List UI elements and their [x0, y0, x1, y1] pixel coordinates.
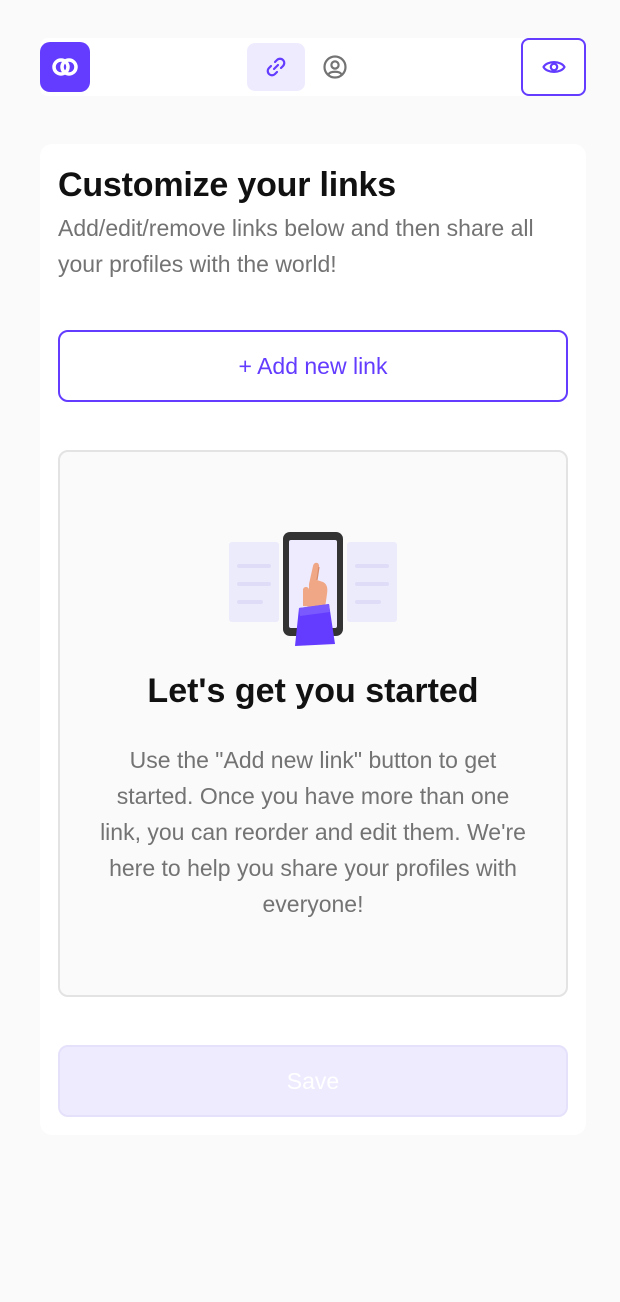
link-icon [266, 57, 286, 77]
page-subtitle: Add/edit/remove links below and then sha… [58, 215, 534, 277]
profile-circle-icon [323, 55, 347, 79]
empty-state-text: Use the "Add new link" button to get sta… [100, 747, 526, 917]
save-button[interactable]: Save [58, 1045, 568, 1117]
eye-icon [541, 61, 566, 73]
link-logo-icon [52, 58, 78, 76]
preview-button[interactable] [521, 38, 586, 96]
empty-state-title: Let's get you started [147, 672, 479, 710]
phone-hand-illustration [229, 532, 397, 646]
tab-links[interactable] [247, 43, 305, 91]
app-logo[interactable] [40, 42, 90, 92]
page-title: Customize your links [58, 166, 396, 204]
tab-profile-details[interactable] [306, 43, 364, 91]
add-new-link-button[interactable]: + Add new link [58, 330, 568, 402]
